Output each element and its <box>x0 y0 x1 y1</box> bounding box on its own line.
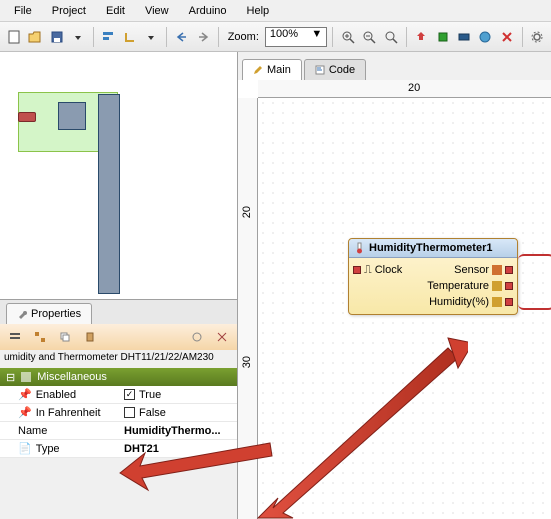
menu-project[interactable]: Project <box>42 2 96 20</box>
property-row[interactable]: 📄Type DHT21 <box>0 440 237 458</box>
prop-list-button[interactable] <box>4 326 26 348</box>
board-button[interactable] <box>454 26 473 48</box>
node-header[interactable]: HumidityThermometer1 <box>349 239 517 258</box>
wire <box>518 270 551 310</box>
clock-icon: ⎍ <box>364 264 372 277</box>
annotation-arrow <box>248 298 468 519</box>
menubar: File Project Edit View Arduino Help <box>0 0 551 22</box>
menu-edit[interactable]: Edit <box>96 2 135 20</box>
ruler-horizontal: 20 <box>258 80 551 98</box>
redo-button[interactable] <box>193 26 212 48</box>
property-row[interactable]: Name HumidityThermo... <box>0 422 237 440</box>
chip-button[interactable] <box>433 26 452 48</box>
property-row[interactable]: 📌Enabled ✓True <box>0 386 237 404</box>
canvas-panel: Main Code 20 20 30 HumidityThermometer1 <box>238 52 551 519</box>
prop-copy-button[interactable] <box>54 326 76 348</box>
tab-main[interactable]: Main <box>242 59 302 80</box>
pencil-icon <box>253 65 263 75</box>
prop-paste-button[interactable] <box>79 326 101 348</box>
type-icon: 📄 <box>18 442 32 455</box>
zoom-in-button[interactable] <box>338 26 357 48</box>
output-port[interactable] <box>505 282 513 290</box>
code-icon <box>315 65 325 75</box>
prop-filter-button[interactable] <box>186 326 208 348</box>
checkbox-icon[interactable] <box>124 407 135 418</box>
design-canvas[interactable]: 20 20 30 HumidityThermometer1 ⎍Clock Sen… <box>238 80 551 519</box>
ruler-vertical: 20 30 <box>238 98 258 519</box>
pin-icon: 📌 <box>18 406 32 419</box>
output-port[interactable] <box>505 298 513 306</box>
thermometer-icon <box>355 242 365 254</box>
menu-file[interactable]: File <box>4 2 42 20</box>
prop-tree-button[interactable] <box>29 326 51 348</box>
properties-panel: Properties umidity and Thermometer DHT11… <box>0 300 237 519</box>
menu-view[interactable]: View <box>135 2 179 20</box>
angle-dropdown[interactable] <box>142 26 161 48</box>
zoom-out-button[interactable] <box>360 26 379 48</box>
properties-grid: 📌Enabled ✓True 📌In Fahrenheit False Name… <box>0 386 237 458</box>
design-preview[interactable] <box>0 52 237 300</box>
zoom-select[interactable]: 100% ▼ <box>265 27 327 47</box>
wire <box>518 254 551 274</box>
humidity-thermometer-node[interactable]: HumidityThermometer1 ⎍Clock Sensor Tempe… <box>348 238 518 315</box>
open-button[interactable] <box>25 26 44 48</box>
upload-button[interactable] <box>411 26 430 48</box>
properties-group-header[interactable]: ⊟ Miscellaneous <box>0 368 237 386</box>
sensor-output-icon <box>492 265 502 275</box>
group-icon <box>21 372 31 382</box>
checkbox-icon[interactable]: ✓ <box>124 389 135 400</box>
undo-button[interactable] <box>172 26 191 48</box>
sensor-button[interactable] <box>476 26 495 48</box>
pin-icon: 📌 <box>18 388 32 401</box>
angle-button[interactable] <box>120 26 139 48</box>
gear-button[interactable] <box>528 26 547 48</box>
input-port[interactable] <box>353 266 361 274</box>
output-port[interactable] <box>505 266 513 274</box>
wrench-icon <box>17 309 27 319</box>
zoom-label: Zoom: <box>228 31 259 43</box>
prop-clear-button[interactable] <box>211 326 233 348</box>
left-panel: Properties umidity and Thermometer DHT11… <box>0 52 238 519</box>
menu-help[interactable]: Help <box>237 2 280 20</box>
new-button[interactable] <box>4 26 23 48</box>
align-button[interactable] <box>99 26 118 48</box>
toolbar: Zoom: 100% ▼ <box>0 22 551 52</box>
delete-button[interactable] <box>497 26 516 48</box>
save-dropdown[interactable] <box>68 26 87 48</box>
zoom-fit-button[interactable] <box>381 26 400 48</box>
collapse-icon: ⊟ <box>6 371 15 384</box>
properties-title: umidity and Thermometer DHT11/21/22/AM23… <box>0 350 237 368</box>
analog-output-icon <box>492 297 502 307</box>
property-row[interactable]: 📌In Fahrenheit False <box>0 404 237 422</box>
properties-tab[interactable]: Properties <box>6 303 92 324</box>
tab-code[interactable]: Code <box>304 59 366 80</box>
properties-toolbar <box>0 324 237 350</box>
analog-output-icon <box>492 281 502 291</box>
save-button[interactable] <box>47 26 66 48</box>
menu-arduino[interactable]: Arduino <box>179 2 237 20</box>
